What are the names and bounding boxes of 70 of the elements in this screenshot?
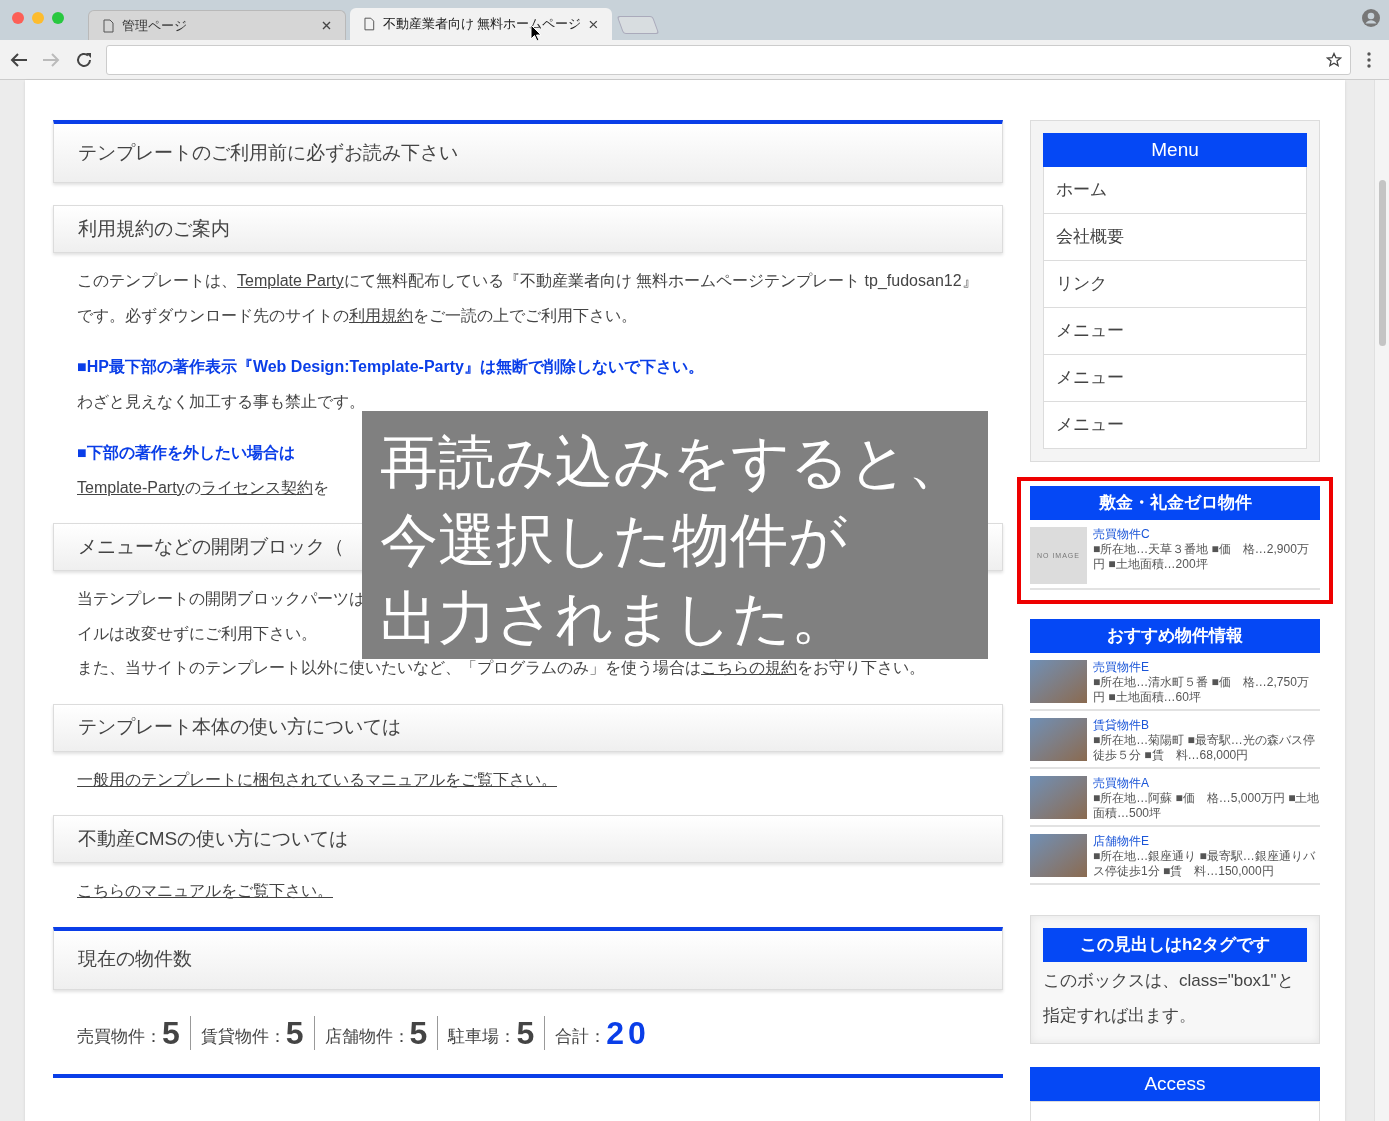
section-heading: 現在の物件数 [53,926,1003,990]
notice-text: ■HP最下部の著作表示『Web Design:Template-Party』は無断で削除しないで下さい。 [76,357,705,378]
page-icon [103,18,114,33]
browser-tab[interactable]: 管理ページ [88,10,346,40]
paragraph: Template-Partyのライセンス契約を [76,477,330,498]
scrollbar-thumb[interactable] [1379,180,1386,346]
profile-icon[interactable] [1361,8,1381,28]
listing-name[interactable]: 店舗物件E [1093,834,1320,849]
section-heading: テンプレートのご利用前に必ずお読み下さい [53,120,1003,183]
menu-item[interactable]: 会社概要 [1043,214,1307,261]
star-icon[interactable] [1326,51,1342,68]
text-link[interactable]: Template-Party [77,478,185,496]
back-arrow-icon[interactable] [10,51,28,68]
listing-details: ■所在地…阿蘇 ■価 格…5,000万円 ■土地面積…500坪 [1093,791,1320,821]
photo-placeholder [1030,660,1087,703]
listing-name[interactable]: 賃貸物件B [1093,718,1320,733]
box-title: この見出しはh2タグです [1043,928,1307,962]
section-heading: テンプレート本体の使い方については [53,703,1003,752]
count-label: 店舗物件： [324,1025,410,1048]
menu-item[interactable]: メニュー [1043,402,1307,449]
caption-overlay: 再読み込みをすると、 今選択した物件が 出力されました。 [362,411,988,659]
count-value: 5 [409,1015,428,1050]
close-tab-icon[interactable] [322,21,331,30]
paragraph: わざと見えなく加工する事も禁止です。 [76,391,366,412]
menu-icon[interactable] [1367,51,1371,68]
text-link[interactable]: 一般用のテンプレートに梱包されているマニュアルをご覧下さい。 [77,770,557,788]
section-heading: 不動産CMSの使い方については [53,815,1003,863]
paragraph: このテンプレートは、Template Partyにて無料配布している『不動産業者向け 無料ホームページテンプレート tp_fudosan12』です。必ずダウンロード先のサイトの利用規約をご一読の上でご利用下さい。 [76,271,979,326]
text-link[interactable]: こちらの規約 [701,659,797,676]
listing-title: 敷金・礼金ゼロ物件 [1030,486,1320,520]
text-link[interactable]: こちらのマニュアルをご覧下さい。 [77,882,333,899]
menu-item[interactable]: メニュー [1043,308,1307,355]
access-title: Access [1030,1067,1320,1101]
count-label: 売買物件： [77,1025,162,1048]
count-value: 5 [285,1015,304,1050]
menu-item[interactable]: ホーム [1043,167,1307,214]
close-tab-icon[interactable] [589,19,598,29]
close-window-button[interactable] [12,12,24,24]
count-label: 合計： [555,1025,607,1048]
box-text: このボックスは、class="box1"と指定すれば出ます。 [1043,970,1295,1027]
photo-placeholder [1030,718,1087,761]
count-label: 駐車場： [448,1025,517,1048]
listing-details: ■所在地…銀座通り ■最寄駅…銀座通りバス停徒歩1分 ■賃 料…150,000円 [1093,849,1316,879]
listing-details: ■所在地…天草３番地 ■価 格…2,900万円 ■土地面積…200坪 [1093,542,1310,572]
listing-title: おすすめ物件情報 [1030,619,1320,653]
section-heading: 利用規約のご案内 [53,205,1003,253]
address-field[interactable] [106,44,1351,75]
listing-details: ■所在地…清水町５番 ■価 格…2,750万円 ■土地面積…60坪 [1093,675,1310,705]
photo-placeholder [1030,834,1087,877]
paragraph: イルは改変せずにご利用下さい。 [76,623,318,644]
new-tab-button[interactable] [616,16,660,34]
listing-name[interactable]: 売買物件C [1093,527,1320,542]
reload-icon[interactable] [75,50,93,69]
listing-name[interactable]: 売買物件A [1093,776,1320,791]
count-value: 20 [606,1015,650,1050]
photo-placeholder [1030,776,1087,819]
menu-title: Menu [1043,133,1307,167]
menu-item[interactable]: リンク [1043,261,1307,308]
text-link[interactable]: Template Party [237,272,344,289]
listing-details: ■所在地…菊陽町 ■最寄駅…光の森バス停徒歩５分 ■賃 料…68,000円 [1093,733,1316,763]
text-link[interactable]: 利用規約 [349,306,413,324]
text-link[interactable]: ライセンス契約 [200,478,313,496]
menu-item[interactable]: メニュー [1043,355,1307,402]
count-value: 5 [162,1015,180,1050]
forward-arrow-icon[interactable] [42,51,60,68]
notice-text: ■下部の著作を外したい場合は [76,443,296,463]
count-value: 5 [516,1015,535,1050]
listing-name[interactable]: 売買物件E [1093,660,1320,675]
page-icon [364,17,375,31]
count-label: 賃貸物件： [200,1025,286,1048]
